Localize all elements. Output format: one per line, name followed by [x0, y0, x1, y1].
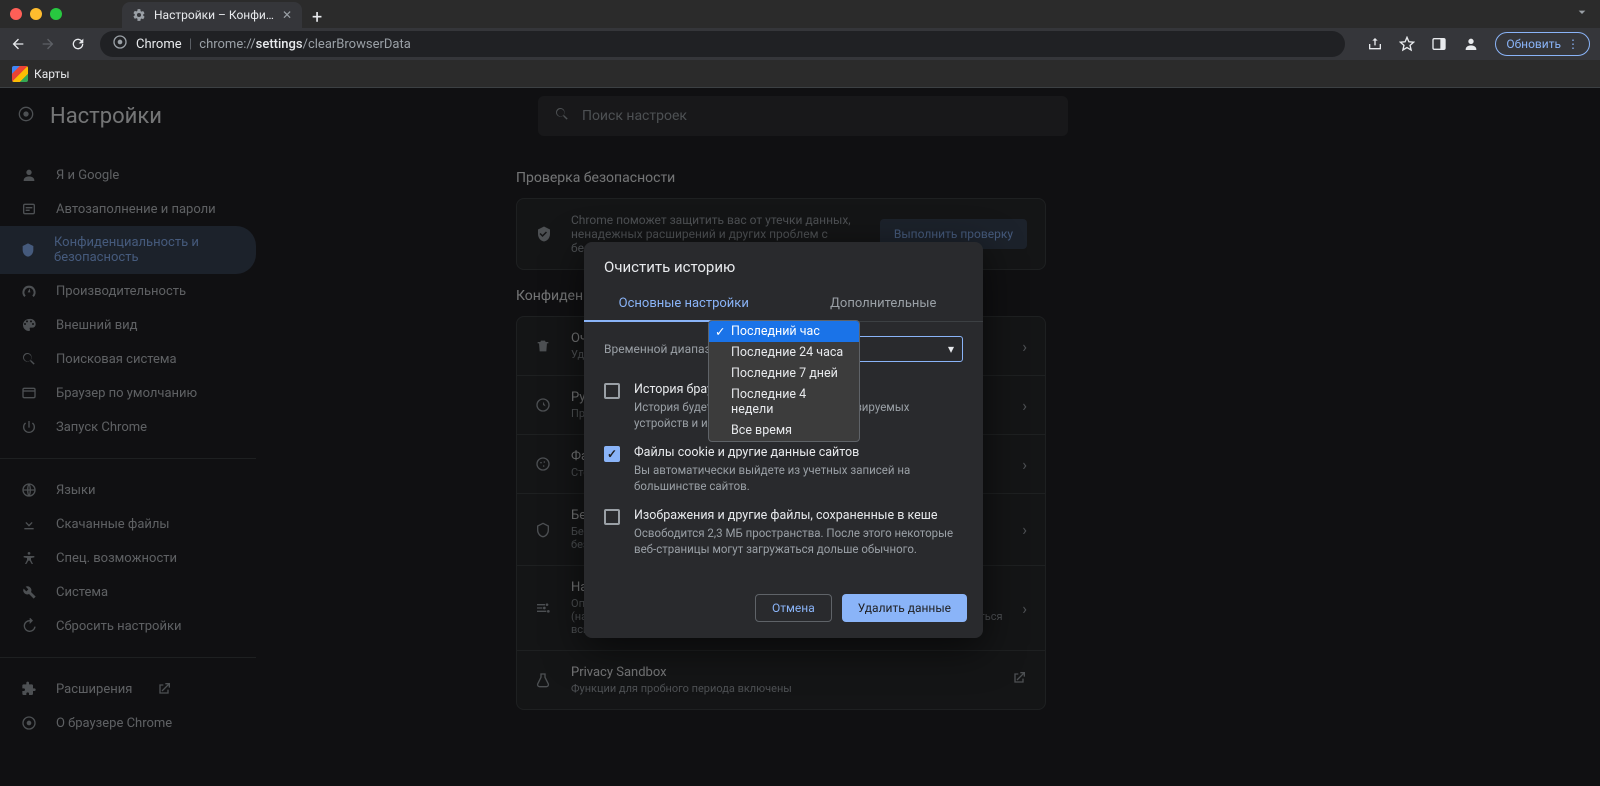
tab-strip: Настройки – Конфиденциальность ✕ +	[122, 0, 332, 28]
share-icon[interactable]	[1367, 36, 1383, 52]
tab-advanced[interactable]: Дополнительные	[784, 286, 984, 321]
traffic-lights	[10, 8, 62, 20]
gear-icon	[132, 8, 146, 22]
dropdown-option-all-time[interactable]: Все время	[709, 420, 859, 441]
bookmark-star-icon[interactable]	[1399, 36, 1415, 52]
dialog-title: Очистить историю	[584, 242, 983, 286]
checkbox-cache-sub: Освободится 2,3 МБ пространства. После э…	[634, 525, 963, 557]
menu-kebab-icon: ⋮	[1567, 37, 1579, 51]
checkbox-cookies-sub: Вы автоматически выйдете из учетных запи…	[634, 462, 963, 494]
tab-basic[interactable]: Основные настройки	[584, 286, 784, 321]
chevron-down-icon[interactable]	[1574, 4, 1590, 24]
back-button[interactable]	[10, 36, 26, 52]
new-tab-button[interactable]: +	[302, 7, 332, 28]
bookmark-maps[interactable]: Карты	[12, 66, 70, 82]
maps-icon	[12, 66, 28, 82]
minimize-window-button[interactable]	[30, 8, 42, 20]
reload-button[interactable]	[70, 36, 86, 52]
checkbox-cookies[interactable]	[604, 446, 620, 462]
update-browser-button[interactable]: Обновить ⋮	[1495, 32, 1590, 56]
url-bar-row: Chrome | chrome://settings/clearBrowserD…	[0, 28, 1600, 60]
bookmarks-bar: Карты	[0, 60, 1600, 88]
caret-down-icon: ▾	[948, 342, 954, 356]
close-tab-icon[interactable]: ✕	[282, 8, 292, 22]
bookmark-label: Карты	[34, 67, 70, 81]
window-titlebar: Настройки – Конфиденциальность ✕ +	[0, 0, 1600, 28]
checkbox-browsing-history[interactable]	[604, 383, 620, 399]
checkbox-cookies-label: Файлы cookie и другие данные сайтов	[634, 445, 963, 460]
maximize-window-button[interactable]	[50, 8, 62, 20]
delete-data-button[interactable]: Удалить данные	[842, 594, 967, 622]
close-window-button[interactable]	[10, 8, 22, 20]
time-range-dropdown: Последний час Последние 24 часа Последни…	[708, 320, 860, 442]
time-range-label: Временной диапазон	[604, 342, 724, 356]
profile-icon[interactable]	[1463, 36, 1479, 52]
dropdown-option-last-24h[interactable]: Последние 24 часа	[709, 342, 859, 363]
address-bar[interactable]: Chrome | chrome://settings/clearBrowserD…	[100, 31, 1345, 57]
dropdown-option-last-4w[interactable]: Последние 4 недели	[709, 384, 859, 420]
dialog-tabs: Основные настройки Дополнительные	[584, 286, 983, 322]
url-text: Chrome | chrome://settings/clearBrowserD…	[136, 37, 411, 52]
forward-button[interactable]	[40, 36, 56, 52]
checkbox-cache-label: Изображения и другие файлы, сохраненные …	[634, 508, 963, 523]
dropdown-option-last-7d[interactable]: Последние 7 дней	[709, 363, 859, 384]
sidepanel-icon[interactable]	[1431, 36, 1447, 52]
chrome-icon	[112, 34, 128, 54]
checkbox-cache[interactable]	[604, 509, 620, 525]
clear-browsing-data-dialog: Очистить историю Основные настройки Допо…	[584, 242, 983, 638]
browser-tab[interactable]: Настройки – Конфиденциальность ✕	[122, 2, 302, 28]
tab-title: Настройки – Конфиденциальность	[154, 8, 274, 22]
cancel-button[interactable]: Отмена	[755, 594, 832, 622]
dropdown-option-last-hour[interactable]: Последний час	[709, 321, 859, 342]
